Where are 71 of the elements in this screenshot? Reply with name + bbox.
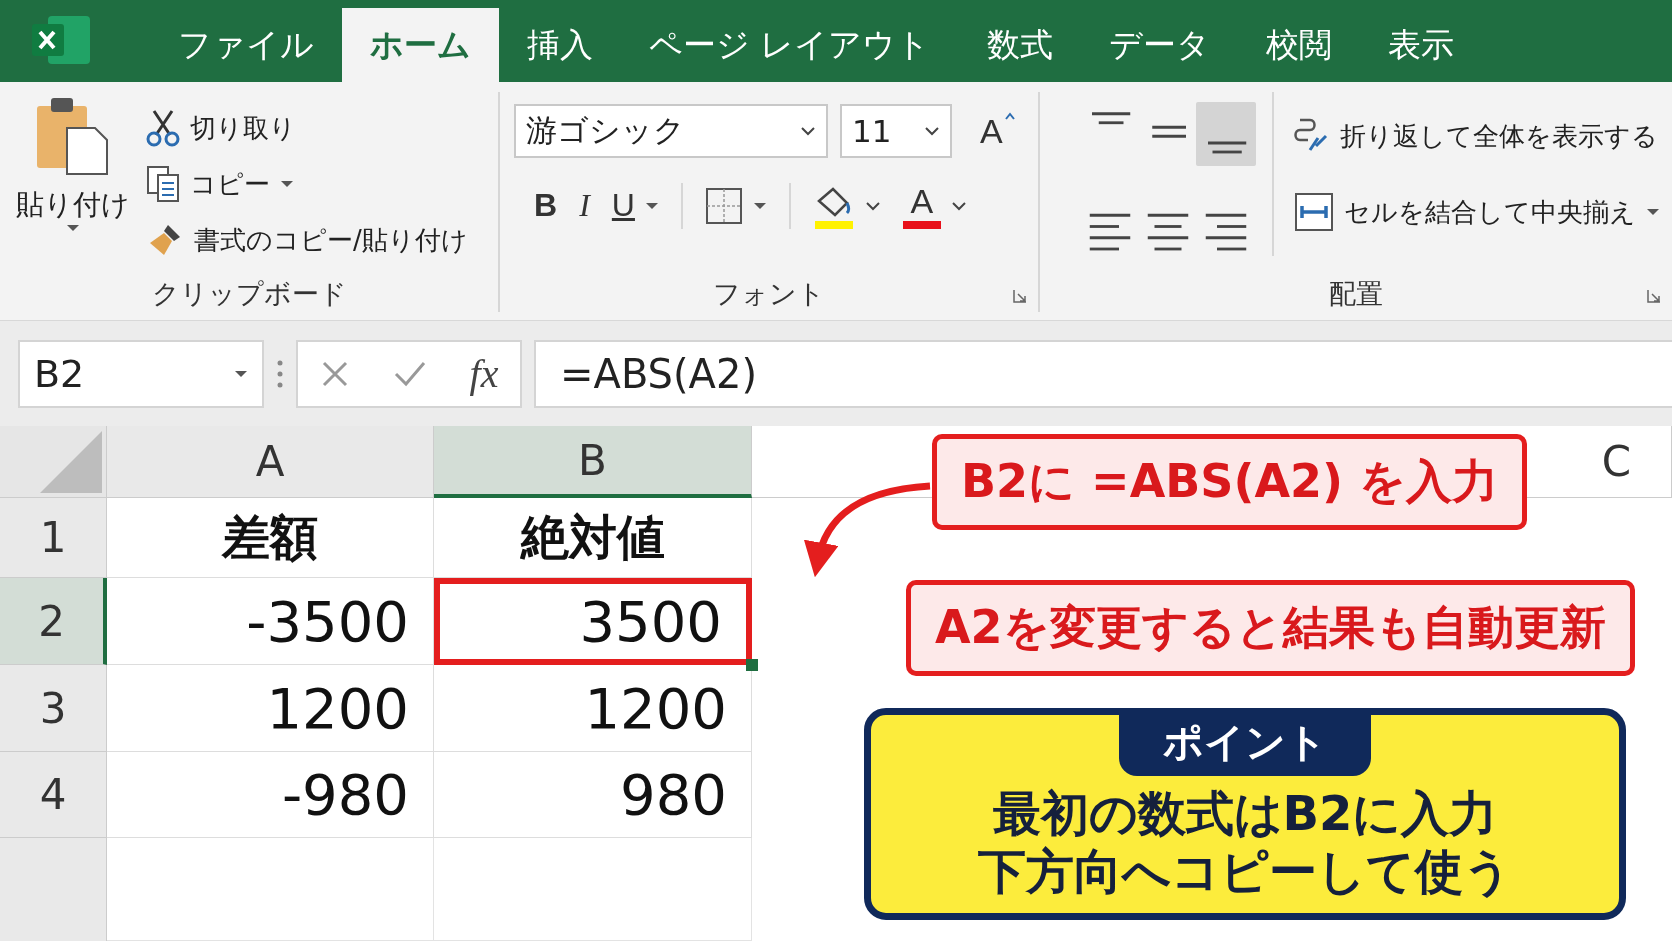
row-header[interactable]: 1	[0, 498, 107, 578]
ribbon-tab[interactable]: 表示	[1359, 8, 1482, 82]
caret-icon[interactable]	[800, 126, 817, 136]
empty-cell[interactable]	[434, 838, 752, 941]
caret-icon[interactable]	[950, 200, 967, 211]
copy-icon	[146, 165, 180, 203]
increase-font-size-button[interactable]: A	[980, 111, 1003, 151]
bold-button[interactable]: B	[534, 187, 558, 224]
caret-icon[interactable]	[66, 224, 80, 232]
ribbon-tab[interactable]: ホーム	[342, 8, 499, 82]
format-painter-button[interactable]: 書式のコピー/貼り付け	[146, 218, 468, 262]
column-header[interactable]: B	[434, 426, 752, 498]
caret-icon[interactable]	[752, 201, 767, 210]
column-header[interactable]: C	[1552, 426, 1672, 498]
group-label: 配置	[1329, 277, 1383, 311]
caret-icon[interactable]	[1646, 208, 1660, 216]
caret-icon[interactable]	[644, 201, 659, 210]
callout-text: B2に =ABS(A2) を入力	[932, 434, 1528, 530]
caret-icon[interactable]	[234, 369, 248, 378]
ribbon-tab[interactable]: 数式	[958, 8, 1081, 82]
ribbon-tab[interactable]: 挿入	[499, 8, 621, 82]
cut-button[interactable]: 切り取り	[146, 106, 468, 150]
formula-field[interactable]: =ABS(A2)	[534, 339, 1672, 408]
dialog-launcher-icon[interactable]	[1012, 288, 1028, 304]
checkmark-icon[interactable]	[392, 359, 427, 388]
row-header[interactable]: 3	[0, 665, 107, 752]
copy-button[interactable]: コピー	[146, 162, 468, 206]
more-options-icon[interactable]	[276, 358, 284, 389]
align-button[interactable]	[1196, 102, 1256, 166]
font-size-dropdown[interactable]: 11	[840, 104, 953, 158]
ribbon-tab[interactable]: データ	[1080, 8, 1238, 82]
insert-function-button[interactable]: fx	[469, 350, 499, 397]
font-name-dropdown[interactable]: 游ゴシック	[514, 104, 829, 158]
underline-button[interactable]: U	[611, 187, 635, 224]
ribbon-tab[interactable]: ページ レイアウト	[621, 8, 959, 82]
point-badge: ポイント	[1119, 713, 1371, 776]
cell[interactable]: -3500	[107, 578, 434, 665]
wrap-text-button[interactable]: 折り返して全体を表示する	[1294, 106, 1660, 166]
cell[interactable]: 差額	[107, 498, 434, 578]
borders-icon[interactable]	[704, 186, 743, 225]
scissors-icon	[146, 109, 180, 147]
clipboard-icon	[35, 96, 111, 176]
cell[interactable]: 980	[434, 752, 752, 838]
cell[interactable]: -980	[107, 752, 434, 838]
caret-up-icon	[1004, 111, 1015, 120]
cell[interactable]: 1200	[107, 665, 434, 752]
merge-center-button[interactable]: セルを結合して中央揃え	[1294, 182, 1660, 242]
row-header[interactable]: 2	[0, 578, 107, 665]
row-header[interactable]: 4	[0, 752, 107, 838]
caret-icon[interactable]	[280, 180, 294, 188]
caret-icon[interactable]	[864, 200, 881, 211]
ribbon-tab[interactable]: 校閲	[1237, 8, 1360, 82]
cell[interactable]: 絶対値	[434, 498, 752, 578]
caret-icon[interactable]	[924, 126, 941, 136]
dialog-launcher-icon[interactable]	[1646, 288, 1662, 304]
point-text: 最初の数式はB2に入力	[992, 784, 1498, 842]
point-text: 下方向へコピーして使う	[978, 842, 1512, 900]
color-bar-icon	[902, 221, 941, 229]
paste-button[interactable]: 貼り付け	[14, 92, 132, 276]
corner-triangle-icon	[40, 431, 102, 493]
fill-handle[interactable]	[746, 659, 758, 671]
cell[interactable]: 3500	[434, 578, 752, 665]
column-header[interactable]: A	[107, 426, 434, 498]
italic-button[interactable]: I	[579, 187, 590, 224]
name-box[interactable]: B2	[18, 339, 264, 408]
merge-cells-icon	[1294, 192, 1334, 232]
group-label: フォント	[713, 277, 826, 311]
group-label: クリップボード	[151, 277, 347, 311]
callout-text: A2を変更すると結果も自動更新	[906, 580, 1635, 676]
ribbon-tab[interactable]: ファイル	[150, 8, 342, 82]
font-color-button[interactable]: A	[902, 182, 941, 229]
